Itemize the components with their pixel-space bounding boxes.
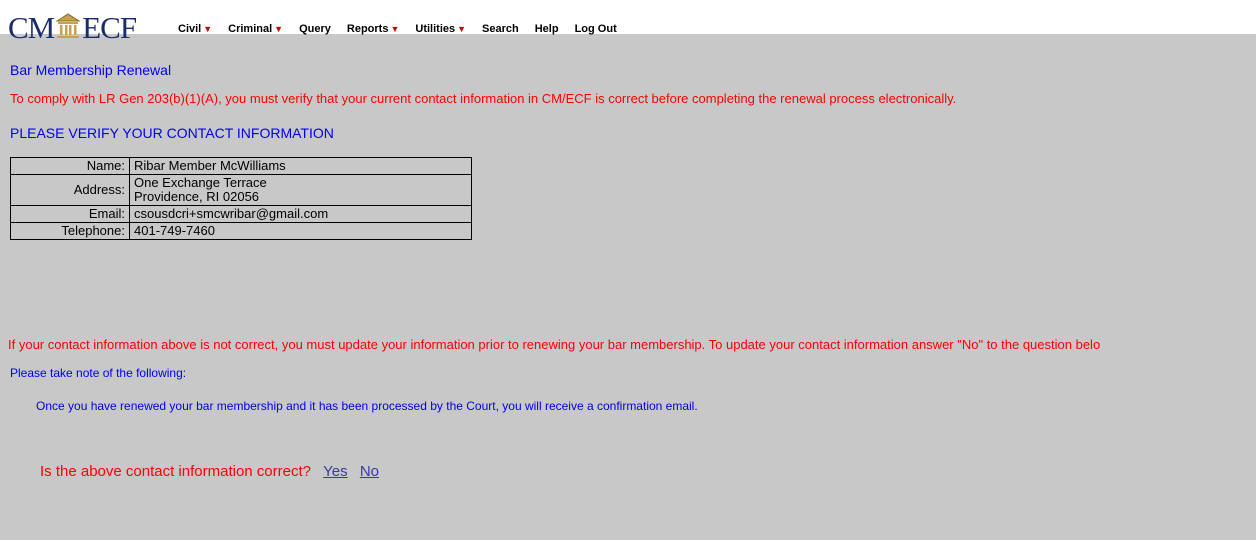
address-line-1: One Exchange Terrace (134, 175, 267, 190)
menu-help-label: Help (534, 23, 559, 35)
table-row: Address: One Exchange Terrace Providence… (10, 174, 472, 206)
menu-reports[interactable]: Reports ▼ (347, 23, 399, 35)
chevron-down-icon: ▼ (203, 24, 213, 34)
name-value: Ribar Member McWilliams (129, 157, 472, 175)
table-row: Telephone: 401-749-7460 (10, 222, 472, 240)
cmecf-logo: CM ECF (8, 10, 137, 45)
logo-text-left: CM (8, 10, 55, 45)
courthouse-icon (55, 13, 81, 43)
table-row: Name: Ribar Member McWilliams (10, 157, 472, 175)
name-label: Name: (10, 157, 130, 175)
menu-criminal[interactable]: Criminal ▼ (228, 23, 283, 35)
menu-reports-label: Reports (346, 23, 389, 35)
contact-info-table: Name: Ribar Member McWilliams Address: O… (10, 157, 472, 240)
menu-utilities[interactable]: Utilities ▼ (415, 23, 466, 35)
telephone-label: Telephone: (10, 222, 130, 240)
compliance-notice: To comply with LR Gen 203(b)(1)(A), you … (10, 91, 957, 106)
telephone-value: 401-749-7460 (129, 222, 472, 240)
chevron-down-icon: ▼ (457, 24, 467, 34)
address-value: One Exchange Terrace Providence, RI 0205… (129, 174, 472, 206)
address-line-2: Providence, RI 02056 (134, 189, 260, 204)
menu-criminal-label: Criminal (228, 23, 273, 35)
menu-log-out[interactable]: Log Out (575, 23, 617, 35)
page-title: Bar Membership Renewal (10, 62, 172, 78)
menu-log-out-label: Log Out (574, 23, 617, 35)
confirmation-question-row: Is the above contact information correct… (40, 463, 379, 480)
chevron-down-icon: ▼ (274, 24, 284, 34)
address-label: Address: (10, 174, 130, 206)
table-row: Email: csousdcri+smcwribar@gmail.com (10, 205, 472, 223)
yes-link[interactable]: Yes (323, 463, 347, 480)
menu-search-label: Search (482, 23, 519, 35)
logo-text-right: ECF (82, 10, 137, 45)
top-navigation-bar: CM ECF Civil ▼ Criminal ▼ Query Reports ▼ U… (0, 0, 1256, 43)
main-menu: Civil ▼ Criminal ▼ Query Reports ▼ Utilitie… (178, 23, 633, 35)
verify-heading: PLEASE VERIFY YOUR CONTACT INFORMATION (10, 125, 334, 141)
menu-search[interactable]: Search (482, 23, 519, 35)
email-label: Email: (10, 205, 130, 223)
menu-civil-label: Civil (178, 23, 202, 35)
note-text: Once you have renewed your bar membershi… (36, 399, 698, 413)
menu-utilities-label: Utilities (415, 23, 456, 35)
update-notice: If your contact information above is not… (8, 337, 1101, 352)
menu-civil[interactable]: Civil ▼ (178, 23, 212, 35)
email-value: csousdcri+smcwribar@gmail.com (129, 205, 472, 223)
note-heading: Please take note of the following: (10, 366, 187, 380)
menu-help[interactable]: Help (535, 23, 559, 35)
chevron-down-icon: ▼ (390, 24, 400, 34)
no-link[interactable]: No (360, 463, 379, 480)
menu-query[interactable]: Query (299, 23, 331, 35)
menu-query-label: Query (299, 23, 331, 35)
confirmation-question: Is the above contact information correct… (40, 463, 311, 480)
